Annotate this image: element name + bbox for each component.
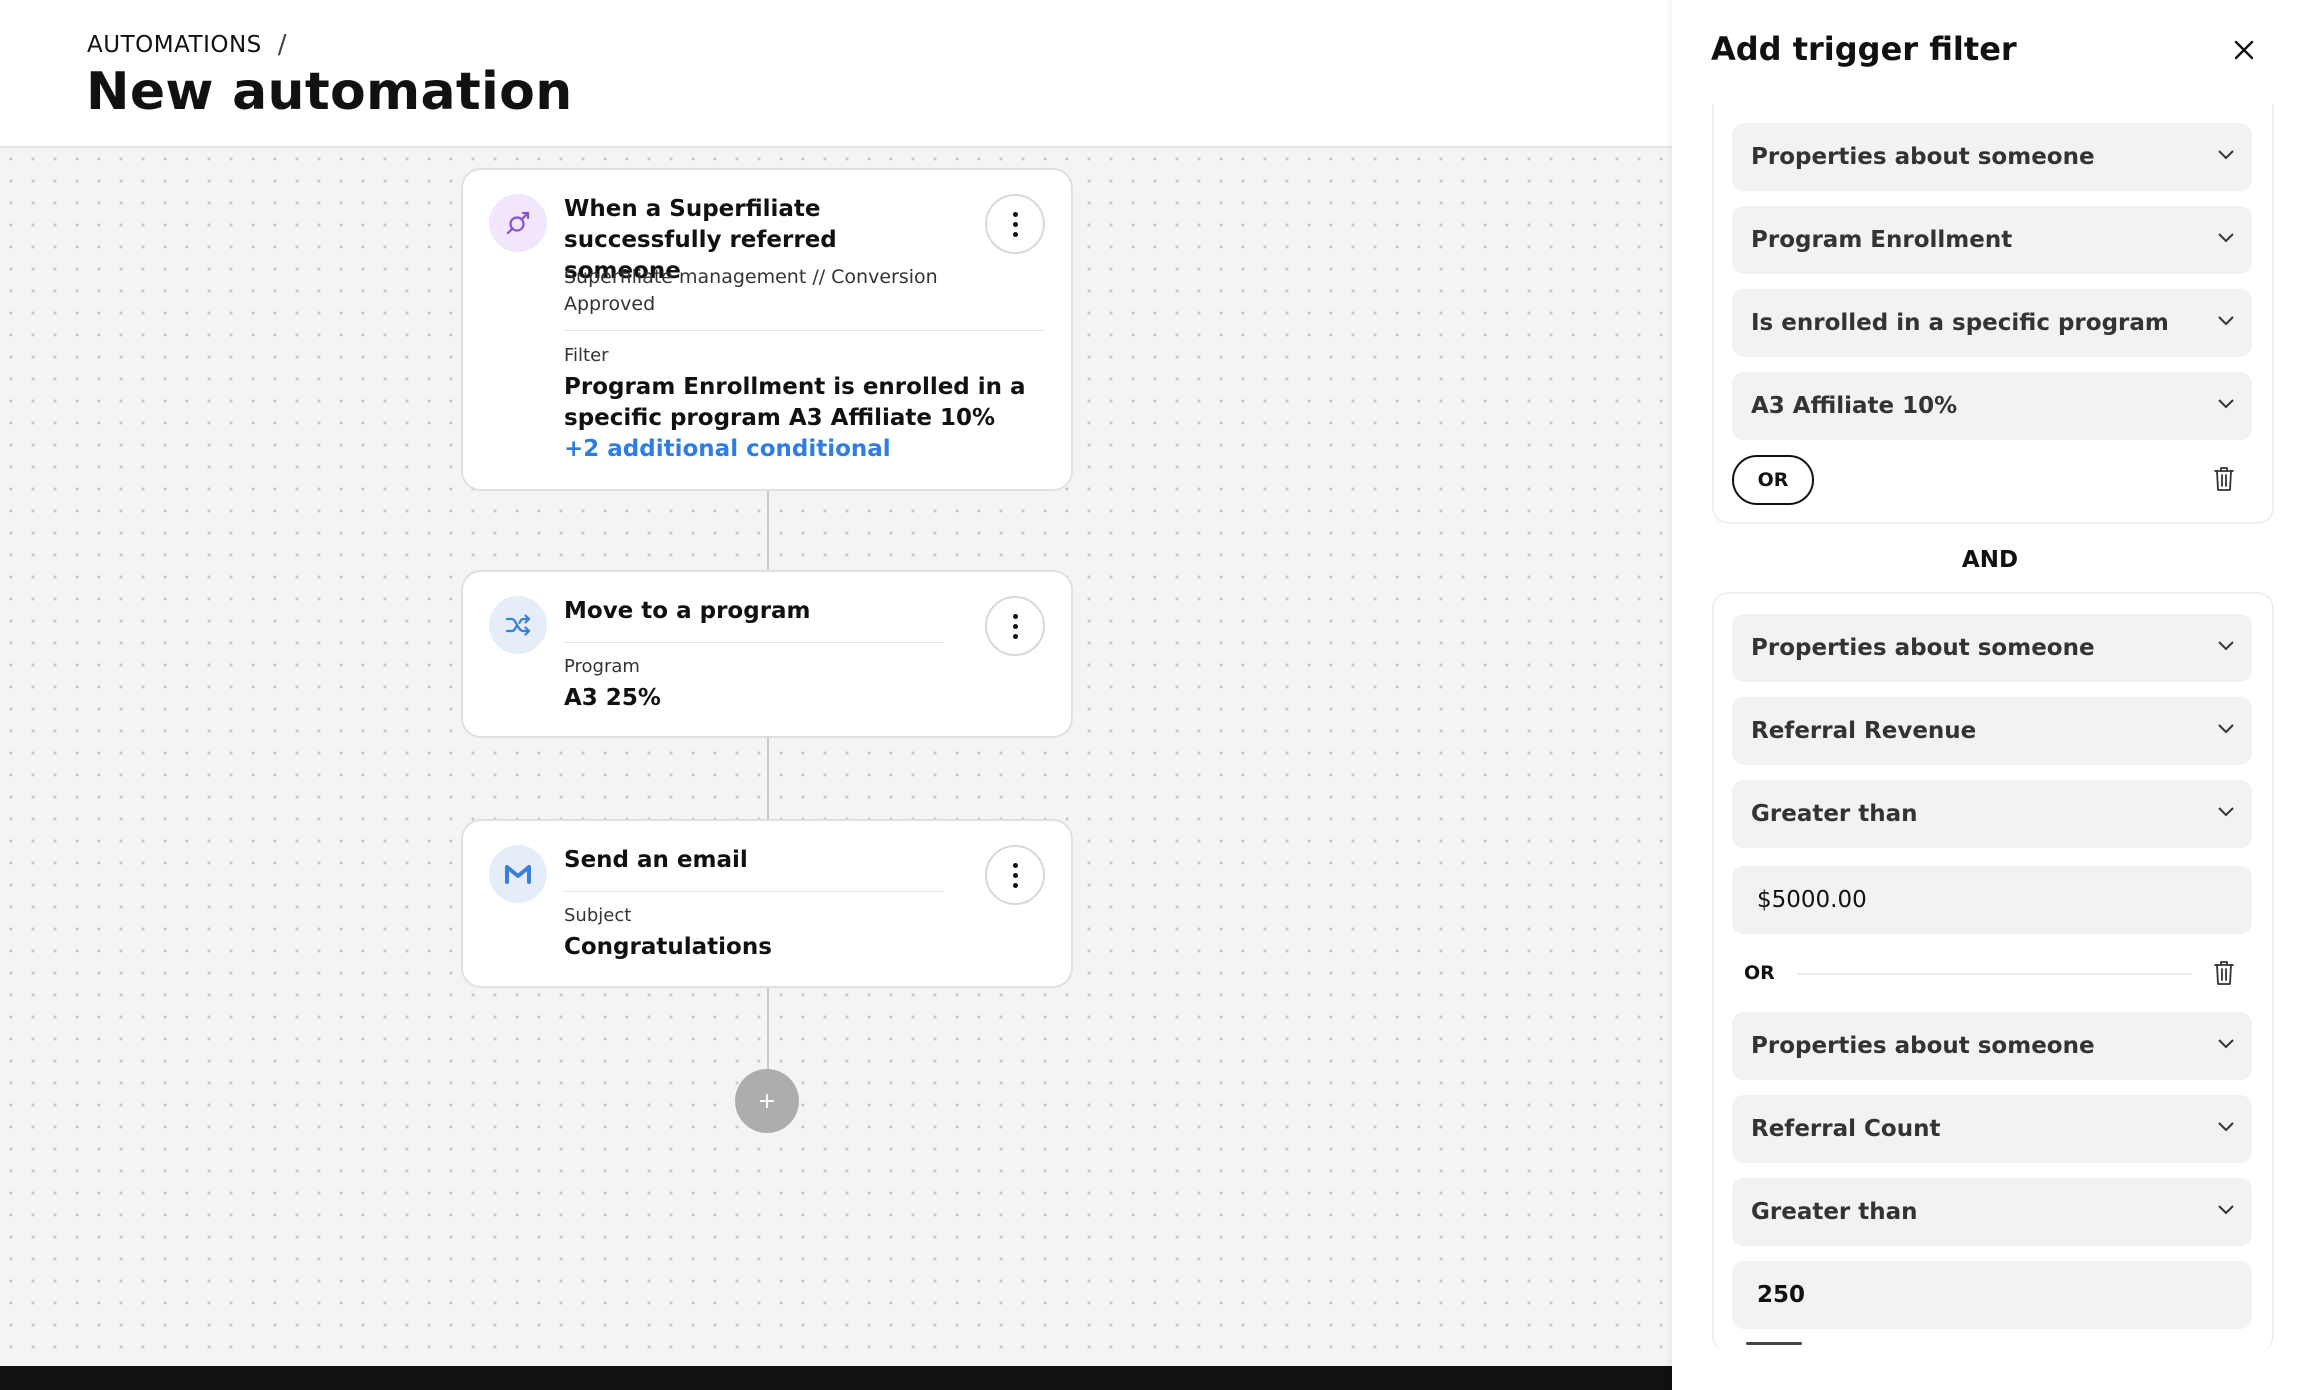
chevron-down-icon [2218, 1039, 2234, 1049]
move-card-title: Move to a program [564, 598, 811, 624]
chevron-down-icon [2218, 316, 2234, 326]
and-label: AND [1961, 547, 2019, 573]
property-select[interactable]: Program Enrollment [1732, 206, 2252, 274]
chevron-down-icon [2218, 807, 2234, 817]
source-select[interactable]: Properties about someone [1732, 614, 2252, 682]
panel-title: Add trigger filter [1711, 30, 2017, 68]
breadcrumb: AUTOMATIONS / [87, 30, 287, 60]
select-value: Program Enrollment [1751, 227, 2013, 253]
connector-line [767, 988, 769, 1070]
connector-line [767, 491, 769, 571]
property-select[interactable]: Referral Count [1732, 1095, 2252, 1163]
value-select[interactable]: A3 Affiliate 10% [1732, 372, 2252, 440]
chevron-down-icon [2218, 641, 2234, 651]
page-header: AUTOMATIONS / New automation [0, 0, 1672, 148]
value-input[interactable]: $5000.00 [1732, 866, 2252, 934]
program-label: Program [564, 656, 640, 677]
chevron-down-icon [2218, 1122, 2234, 1132]
card-divider [564, 891, 944, 892]
trigger-menu-button[interactable] [985, 194, 1045, 254]
chevron-down-icon [2218, 233, 2234, 243]
value-input[interactable]: 250 [1732, 1261, 2252, 1329]
chevron-down-icon [2218, 150, 2234, 160]
select-value: Greater than [1751, 1199, 1918, 1225]
move-card-menu-button[interactable] [985, 596, 1045, 656]
source-select[interactable]: Properties about someone [1732, 1012, 2252, 1080]
select-value: Referral Count [1751, 1116, 1941, 1142]
add-step-button[interactable]: + [735, 1069, 799, 1133]
select-value: A3 Affiliate 10% [1751, 393, 1958, 419]
filter-value: Program Enrollment is enrolled in a spec… [564, 374, 1026, 431]
property-select[interactable]: Referral Revenue [1732, 697, 2252, 765]
select-value: Properties about someone [1751, 635, 2095, 661]
breadcrumb-separator: / [277, 30, 288, 60]
select-value: Properties about someone [1751, 1033, 2095, 1059]
move-to-program-card[interactable]: Move to a program Program A3 25% [461, 570, 1073, 738]
bottom-bar [0, 1366, 1672, 1390]
operator-select[interactable]: Is enrolled in a specific program [1732, 289, 2252, 357]
email-card-title: Send an email [564, 847, 748, 873]
or-label: OR [1744, 962, 1775, 984]
add-or-button[interactable]: OR [1732, 455, 1814, 505]
send-email-card[interactable]: Send an email Subject Congratulations [461, 819, 1073, 988]
subject-value: Congratulations [564, 934, 772, 960]
breadcrumb-automations-link[interactable]: AUTOMATIONS [87, 32, 262, 58]
chevron-down-icon [2218, 724, 2234, 734]
trash-icon[interactable] [2213, 960, 2235, 986]
trigger-card[interactable]: When a Superfiliate successfully referre… [461, 168, 1073, 491]
source-select[interactable]: Properties about someone [1732, 123, 2252, 191]
trigger-icon [489, 194, 547, 252]
trash-icon[interactable] [2213, 466, 2235, 492]
email-card-menu-button[interactable] [985, 845, 1045, 905]
chevron-down-icon [2218, 399, 2234, 409]
or-button-partial[interactable] [1746, 1342, 1802, 1345]
filter-label: Filter [564, 345, 609, 366]
shuffle-icon [489, 596, 547, 654]
trigger-filter-panel: Add trigger filter Properties about some… [1672, 0, 2308, 1390]
program-value: A3 25% [564, 685, 661, 711]
or-divider [1798, 973, 2192, 975]
page-title: New automation [86, 62, 573, 122]
trigger-subtitle: Superfiliate management // Conversion Ap… [564, 266, 938, 315]
operator-select[interactable]: Greater than [1732, 780, 2252, 848]
subject-label: Subject [564, 905, 632, 926]
connector-line [767, 738, 769, 820]
gmail-icon [489, 845, 547, 903]
operator-select[interactable]: Greater than [1732, 1178, 2252, 1246]
select-value: Greater than [1751, 801, 1918, 827]
select-value: Properties about someone [1751, 144, 2095, 170]
chevron-down-icon [2218, 1205, 2234, 1215]
card-divider [564, 330, 1045, 331]
close-icon[interactable] [2230, 36, 2258, 64]
select-value: Is enrolled in a specific program [1751, 310, 2169, 336]
additional-conditions-link[interactable]: +2 additional conditional [564, 436, 891, 462]
card-divider [564, 642, 944, 643]
select-value: Referral Revenue [1751, 718, 1977, 744]
